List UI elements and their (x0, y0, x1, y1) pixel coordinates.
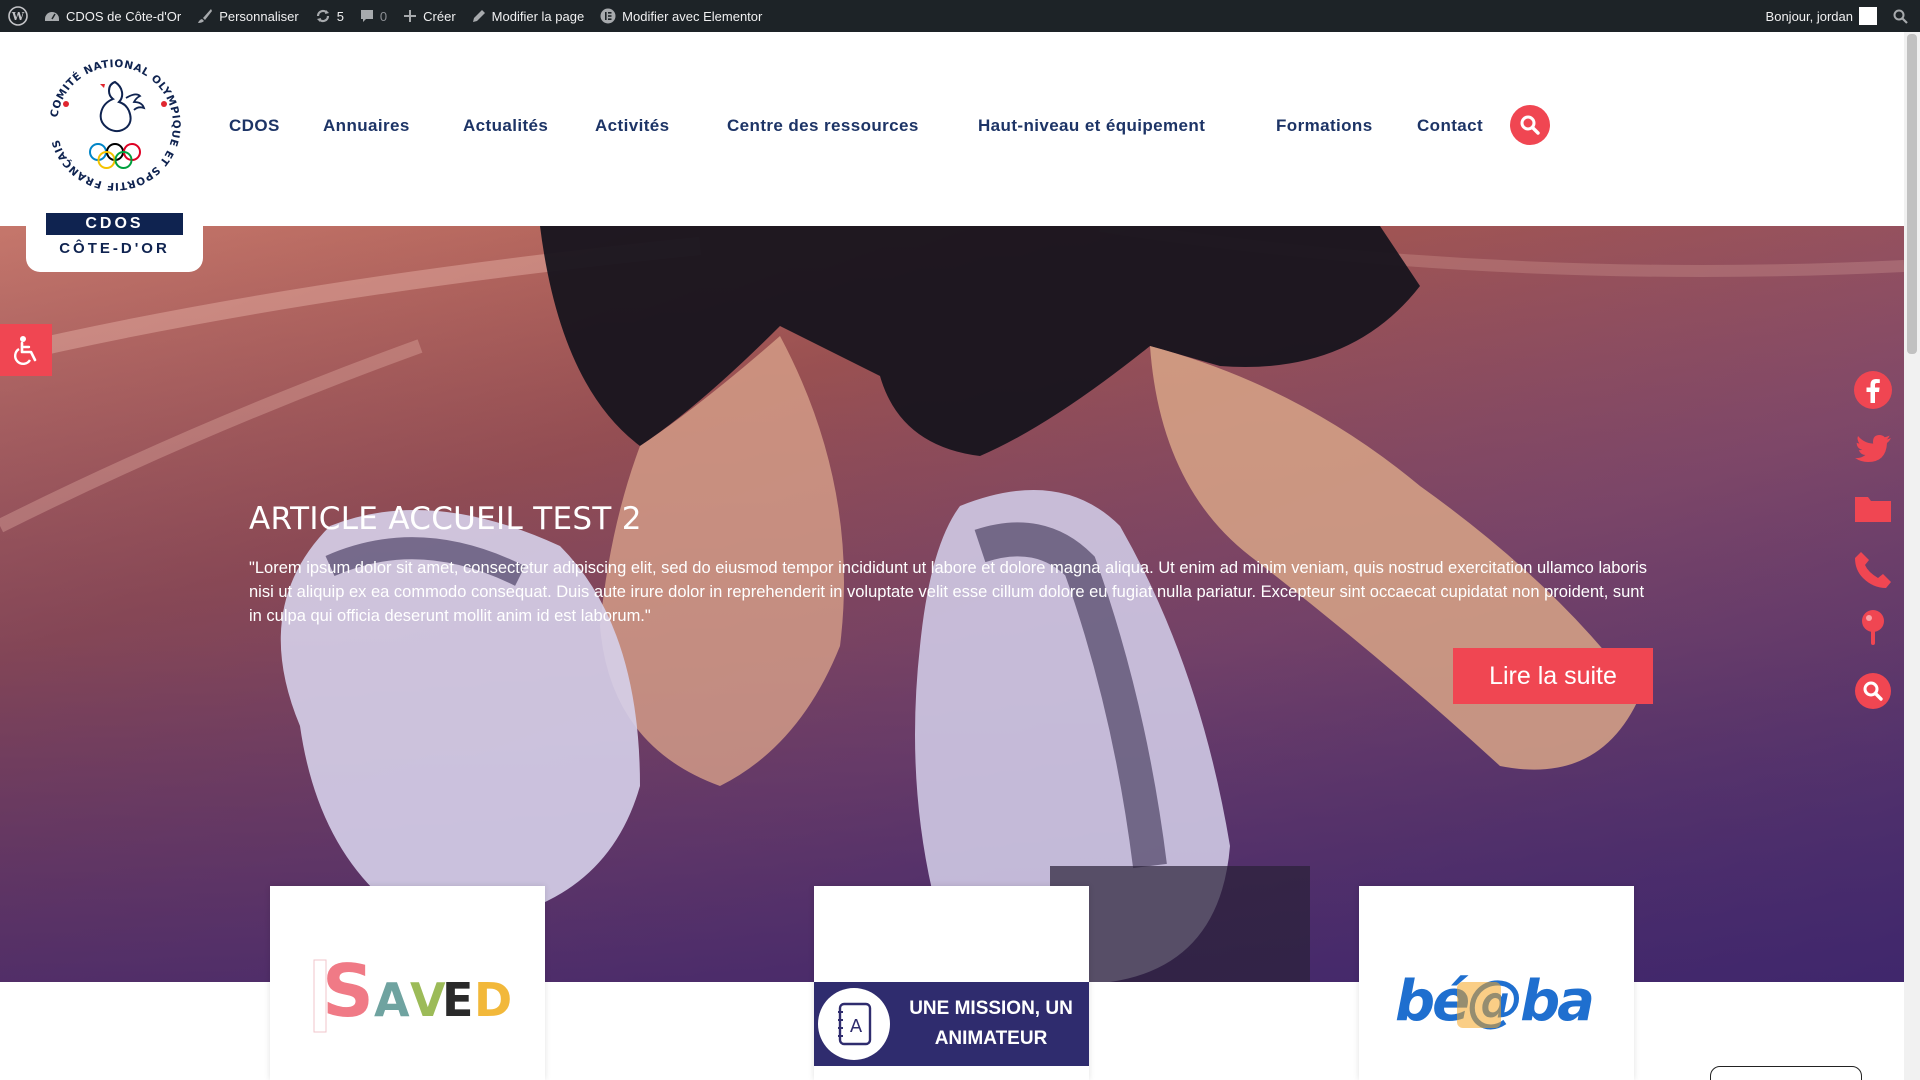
greeting: Bonjour, jordan (1765, 8, 1853, 24)
nav-item-formations[interactable]: Formations (1276, 116, 1373, 136)
nav-search-button[interactable] (1510, 105, 1550, 145)
read-more-button[interactable]: Lire la suite (1453, 648, 1653, 704)
nav-item-annuaires[interactable]: Annuaires (323, 116, 410, 136)
twitter-link[interactable] (1852, 428, 1894, 470)
admin-bar: W CDOS de Côte-d'Or Personnaliser 5 0 Cr… (0, 0, 1920, 32)
facebook-icon (1854, 371, 1892, 409)
svg-text:A: A (374, 973, 410, 1027)
floating-widget-tab[interactable] (1710, 1066, 1862, 1080)
hero-section: ARTICLE ACCUEIL TEST 2 "Lorem ipsum dolo… (0, 226, 1904, 982)
logo-band: CDOS (46, 213, 183, 235)
svg-text:V: V (410, 973, 446, 1027)
mission-badge-letter: A (850, 1016, 863, 1037)
svg-text:W: W (11, 10, 25, 23)
comment-icon (360, 10, 373, 22)
nav-item-activites[interactable]: Activités (595, 116, 669, 136)
partner-card-mission[interactable]: A UNE MISSION, UN ANIMATEUR (814, 886, 1089, 1080)
pencil-icon (472, 10, 485, 22)
phone-link[interactable] (1852, 549, 1894, 591)
search-icon (1855, 673, 1891, 709)
svg-text:D: D (474, 973, 512, 1027)
edit-page-link[interactable]: Modifier la page (464, 0, 593, 32)
comments-link[interactable]: 0 (352, 0, 395, 32)
partner-card-saved[interactable]: S A V E D (270, 886, 545, 1080)
updates-count: 5 (336, 8, 344, 24)
nav-item-cdos[interactable]: CDOS (229, 116, 280, 136)
elementor-icon (600, 8, 616, 24)
edit-page-label: Modifier la page (491, 8, 585, 24)
dashboard-icon (45, 12, 59, 21)
updates-link[interactable]: 5 (307, 0, 352, 32)
create-link[interactable]: Créer (395, 0, 464, 32)
logo-subtitle: CÔTE-D'OR (59, 240, 170, 257)
cnosf-emblem: COMITÉ NATIONAL OLYMPIQUE ET SPORTIF FRA… (48, 58, 182, 192)
search-icon (1893, 9, 1908, 24)
edit-elementor-link[interactable]: Modifier avec Elementor (592, 0, 770, 32)
plus-icon (404, 10, 417, 22)
partner-card-beaba[interactable]: bé@ba (1359, 886, 1634, 1080)
phone-icon (1855, 552, 1891, 588)
site-name: CDOS de Côte-d'Or (66, 8, 182, 24)
page-scrollbar[interactable] (1904, 32, 1920, 1080)
saved-logo: S A V E D (313, 949, 512, 1033)
wordpress-icon: W (8, 6, 28, 26)
svg-text:E: E (442, 973, 473, 1027)
notebook-icon: A (818, 988, 890, 1060)
svg-text:S: S (322, 949, 374, 1033)
search-icon (1520, 115, 1540, 135)
create-label: Créer (423, 8, 456, 24)
svg-text:COMITÉ NATIONAL OLYMPIQUE ET S: COMITÉ NATIONAL OLYMPIQUE ET SPORTIF FRA… (48, 58, 182, 192)
wordpress-logo-button[interactable]: W (0, 0, 36, 32)
comments-count: 0 (379, 8, 388, 24)
accessibility-toolbar-button[interactable] (0, 324, 52, 376)
location-link[interactable] (1852, 606, 1894, 648)
brush-icon (198, 9, 213, 23)
wheelchair-icon (14, 336, 37, 365)
hero-excerpt: "Lorem ipsum dolor sit amet, consectetur… (249, 559, 1648, 625)
documents-link[interactable] (1852, 488, 1894, 530)
site-header: CDOS Annuaires Actualités Activités Cent… (0, 32, 1904, 226)
facebook-link[interactable] (1852, 369, 1894, 411)
nav-item-centre-ressources[interactable]: Centre des ressources (727, 116, 919, 136)
mission-banner: A UNE MISSION, UN ANIMATEUR (814, 982, 1089, 1066)
scrollbar-thumb[interactable] (1907, 34, 1917, 354)
customize-link[interactable]: Personnaliser (189, 0, 307, 32)
updates-icon (316, 9, 329, 23)
customize-label: Personnaliser (219, 8, 299, 24)
folder-icon (1855, 497, 1891, 522)
admin-search-button[interactable] (1885, 0, 1920, 32)
site-logo[interactable]: COMITÉ NATIONAL OLYMPIQUE ET SPORTIF FRA… (26, 32, 203, 272)
beaba-logo: bé@ba (1395, 969, 1595, 1034)
mission-text: UNE MISSION, UN ANIMATEUR (909, 998, 1073, 1049)
hero-title: ARTICLE ACCUEIL TEST 2 (249, 501, 642, 537)
nav-item-actualites[interactable]: Actualités (463, 116, 548, 136)
map-pin-icon (1862, 610, 1884, 645)
site-name-link[interactable]: CDOS de Côte-d'Or (36, 0, 189, 32)
nav-item-contact[interactable]: Contact (1417, 116, 1483, 136)
sidebar-search-button[interactable] (1852, 670, 1894, 712)
twitter-icon (1855, 435, 1891, 462)
logo-ring-text: COMITÉ NATIONAL OLYMPIQUE ET SPORTIF FRA… (48, 58, 181, 192)
avatar (1859, 7, 1877, 25)
nav-item-haut-niveau[interactable]: Haut-niveau et équipement (978, 116, 1205, 136)
user-account-link[interactable]: Bonjour, jordan (1758, 0, 1885, 32)
main-nav: CDOS Annuaires Actualités Activités Cent… (0, 32, 1904, 226)
edit-elementor-label: Modifier avec Elementor (622, 8, 763, 24)
